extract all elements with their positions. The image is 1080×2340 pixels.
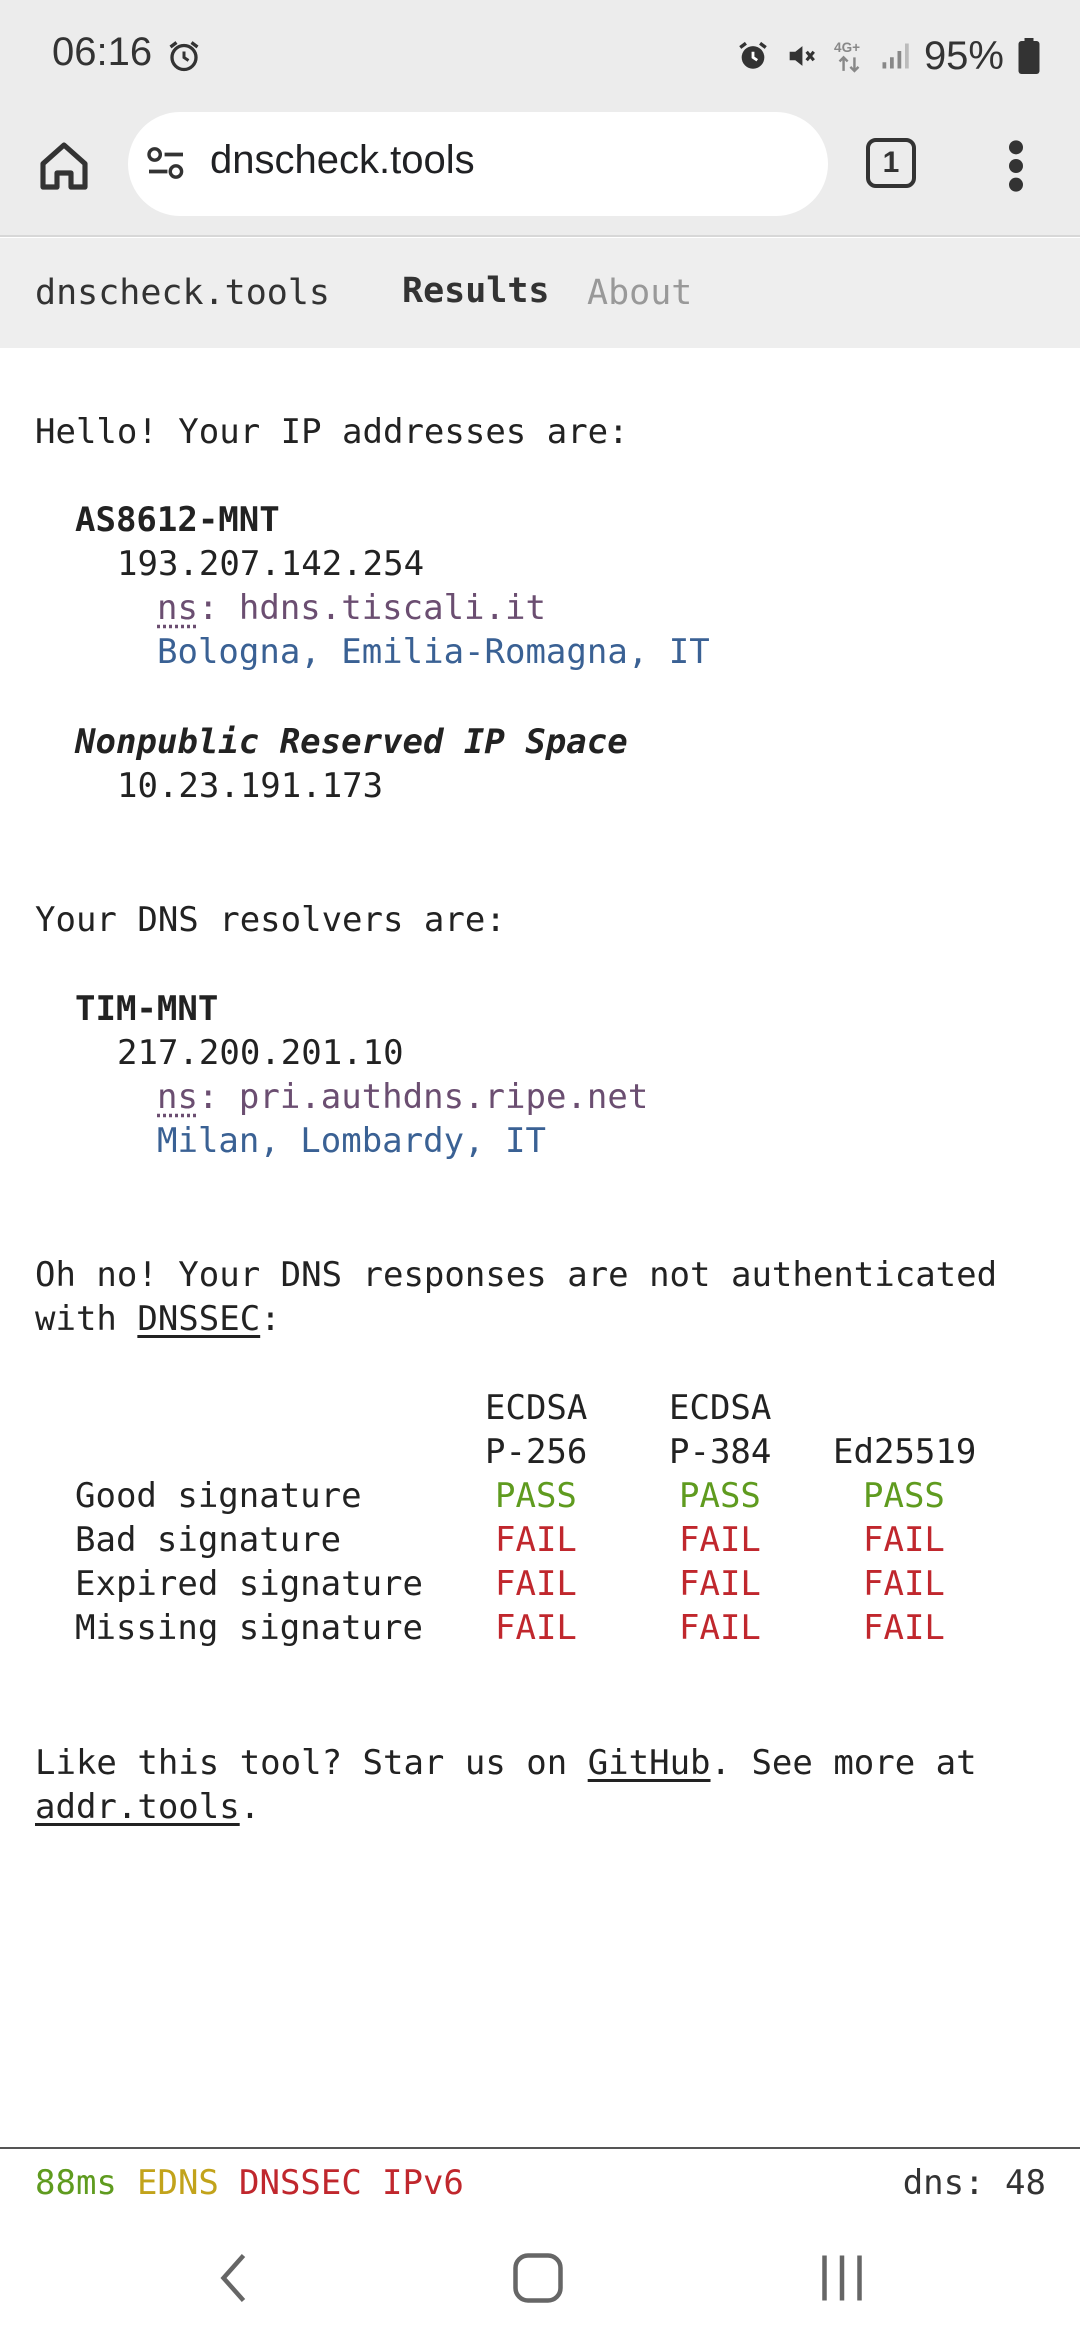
ip-entry-name: AS8612-MNT [75, 500, 280, 540]
result-cell: FAIL [679, 1520, 761, 1560]
dnssec-prefix: with [35, 1299, 138, 1339]
alarm-icon [169, 41, 199, 72]
status-footer: 88ms EDNS DNSSEC IPv6 dns: 48 [0, 2147, 1080, 2219]
resolver-entry-ns: ns: pri.authdns.ripe.net [157, 1075, 648, 1119]
site-brand-link[interactable]: dnscheck.tools [35, 273, 330, 313]
promo-middle: . See more at [710, 1743, 977, 1783]
nav-about-link[interactable]: About [587, 273, 692, 313]
result-cell: FAIL [679, 1564, 761, 1604]
browser-toolbar: dnscheck.tools 1 [0, 112, 1080, 237]
resolver-entry-address: 217.200.201.10 [117, 1033, 404, 1073]
ip-entry-name: Nonpublic Reserved IP Space [75, 722, 628, 762]
ip-entry-address: 10.23.191.173 [117, 766, 384, 806]
row-label: Good signature [75, 1476, 362, 1516]
result-cell: FAIL [495, 1520, 577, 1560]
edns-indicator: EDNS [137, 2163, 219, 2203]
home-icon[interactable] [36, 138, 92, 194]
address-bar[interactable]: dnscheck.tools [128, 112, 828, 216]
result-cell: FAIL [495, 1564, 577, 1604]
status-time: 06:16 [52, 30, 153, 74]
tab-count: 1 [882, 146, 900, 179]
col-header-top: ECDSA [485, 1388, 588, 1428]
more-menu-icon[interactable] [1004, 138, 1028, 194]
status-icons: 4G+ 95% [736, 28, 1040, 84]
site-nav: dnscheck.tools Results About [0, 238, 1080, 348]
ip-heading: Hello! Your IP addresses are: [35, 412, 629, 452]
promo-line1: Like this tool? Star us on GitHub. See m… [35, 1741, 977, 1785]
result-cell: PASS [495, 1476, 577, 1516]
promo-suffix: . [239, 1787, 261, 1827]
github-link[interactable]: GitHub [588, 1743, 711, 1783]
resolver-entry-name: TIM-MNT [75, 989, 219, 1029]
result-cell: FAIL [679, 1608, 761, 1648]
col-header-bottom: P-384 [669, 1432, 772, 1472]
col-header-top: ECDSA [669, 1388, 772, 1428]
ip-entry-address: 193.207.142.254 [117, 544, 425, 584]
result-cell: PASS [679, 1476, 761, 1516]
col-header-bottom: P-256 [485, 1432, 588, 1472]
promo-line2: addr.tools. [35, 1785, 260, 1829]
result-cell: FAIL [495, 1608, 577, 1648]
system-nav-bar [0, 2220, 1080, 2340]
result-cell: FAIL [863, 1520, 945, 1560]
status-bar: 06:16 4G+ 95% [0, 0, 1080, 112]
mute-icon [789, 46, 815, 66]
result-cell: PASS [863, 1476, 945, 1516]
ip-entry-ns: ns: hdns.tiscali.it [157, 586, 546, 630]
dnssec-suffix: : [260, 1299, 281, 1339]
home-nav-icon[interactable] [508, 2248, 568, 2308]
battery-percent: 95% [923, 33, 1004, 78]
nav-results-link[interactable]: Results [402, 271, 550, 311]
dns-count: dns: 48 [902, 2163, 1046, 2203]
tab-switcher-button[interactable]: 1 [866, 138, 916, 188]
dnssec-indicator: DNSSEC [239, 2163, 362, 2203]
result-cell: FAIL [863, 1608, 945, 1648]
addr-tools-link[interactable]: addr.tools [35, 1787, 240, 1827]
resolver-entry-location: Milan, Lombardy, IT [157, 1121, 546, 1161]
latency-indicator: 88ms [35, 2163, 117, 2203]
row-label: Expired signature [75, 1564, 423, 1604]
dnssec-message-line2: with DNSSEC: [35, 1297, 281, 1341]
signal-icon [882, 43, 909, 69]
battery-icon [1018, 38, 1040, 74]
network-4g-icon: 4G+ [834, 40, 860, 73]
url-text[interactable]: dnscheck.tools [210, 138, 475, 183]
svg-text:4G+: 4G+ [834, 40, 860, 55]
recent-apps-icon[interactable] [812, 2248, 872, 2308]
row-label: Bad signature [75, 1520, 342, 1560]
back-icon[interactable] [206, 2248, 266, 2308]
ip-entry-location: Bologna, Emilia-Romagna, IT [157, 632, 710, 672]
dnssec-message-line1: Oh no! Your DNS responses are not authen… [35, 1255, 998, 1295]
result-cell: FAIL [863, 1564, 945, 1604]
ns-abbr[interactable]: ns [157, 588, 198, 628]
dnssec-link[interactable]: DNSSEC [137, 1299, 260, 1339]
ns-value: : hdns.tiscali.it [197, 588, 546, 628]
resolver-heading: Your DNS resolvers are: [35, 900, 506, 940]
col-header-bottom: Ed25519 [833, 1432, 977, 1472]
ipv6-indicator: IPv6 [382, 2163, 464, 2203]
row-label: Missing signature [75, 1608, 423, 1648]
promo-prefix: Like this tool? Star us on [35, 1743, 588, 1783]
alarm-icon [739, 41, 767, 69]
ns-value: : pri.authdns.ripe.net [197, 1077, 649, 1117]
ns-abbr[interactable]: ns [157, 1077, 198, 1117]
site-settings-icon[interactable] [146, 146, 186, 180]
